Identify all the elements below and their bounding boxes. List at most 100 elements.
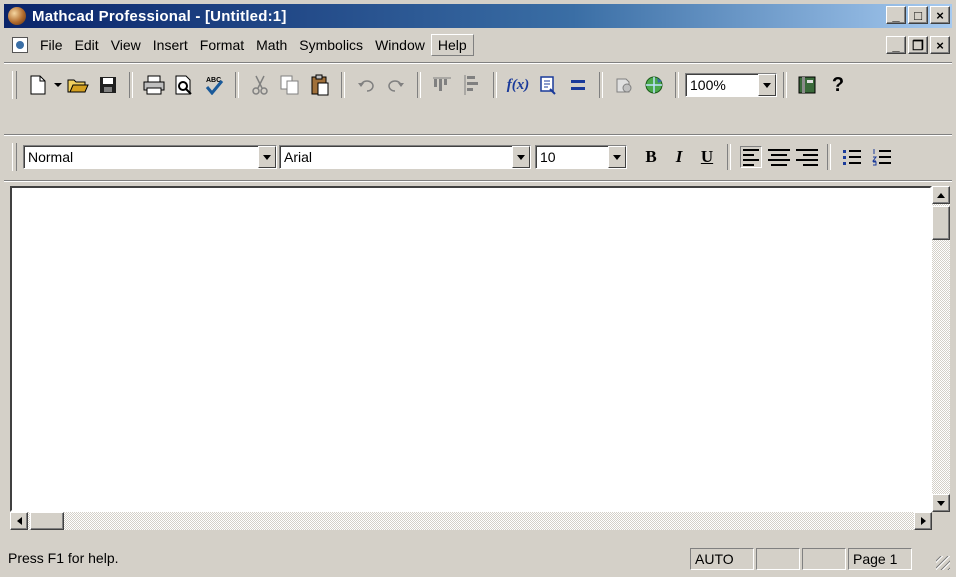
menu-view[interactable]: View: [105, 35, 147, 55]
vertical-scrollbar[interactable]: [932, 186, 950, 512]
align-down-icon[interactable]: [460, 73, 484, 97]
window-title: Mathcad Professional - [Untitled:1]: [32, 7, 287, 25]
document-close-button[interactable]: ×: [930, 36, 950, 54]
numbering-icon[interactable]: [870, 145, 894, 169]
scroll-left-arrow-icon: [16, 517, 22, 525]
new-dropdown-icon[interactable]: [53, 73, 63, 97]
menu-edit[interactable]: Edit: [69, 35, 105, 55]
scroll-up-button[interactable]: [932, 186, 950, 204]
copy-icon[interactable]: [278, 73, 302, 97]
document-caption-buttons: _ ❐ ×: [886, 36, 950, 54]
zoom-dropdown-icon[interactable]: [758, 74, 776, 96]
spell-check-icon[interactable]: ABC: [202, 73, 226, 97]
horizontal-scrollbar[interactable]: [10, 512, 932, 530]
toolbar-divider-middle: [4, 134, 952, 136]
status-panel-empty-1: [756, 548, 800, 570]
print-icon[interactable]: [142, 73, 166, 97]
mathcad-app-icon[interactable]: [8, 7, 26, 25]
component-wizard-icon[interactable]: [612, 73, 636, 97]
insert-unit-icon[interactable]: [536, 73, 560, 97]
style-dropdown-icon[interactable]: [258, 146, 276, 168]
align-center-icon[interactable]: [768, 146, 790, 168]
toolbar-separator: [235, 72, 239, 98]
calculate-icon[interactable]: [566, 73, 590, 97]
title-bar[interactable]: Mathcad Professional - [Untitled:1] _ □ …: [4, 4, 952, 28]
scroll-down-button[interactable]: [932, 494, 950, 512]
font-value: Arial: [284, 149, 313, 165]
insert-function-icon[interactable]: f(x): [506, 73, 530, 97]
status-calc-mode: AUTO: [690, 548, 754, 570]
toolbar-separator: [599, 72, 603, 98]
scroll-left-button[interactable]: [10, 512, 28, 530]
align-right-icon[interactable]: [796, 146, 818, 168]
toolbar-separator: [493, 72, 497, 98]
toolbar-grip[interactable]: [12, 71, 17, 99]
menu-help[interactable]: Help: [430, 34, 474, 56]
resize-grip-icon[interactable]: [936, 556, 950, 570]
undo-icon[interactable]: [354, 73, 378, 97]
menu-file[interactable]: File: [34, 35, 69, 55]
toolbar-separator: [675, 72, 679, 98]
zoom-select[interactable]: 100%: [685, 73, 777, 97]
bullets-icon[interactable]: [840, 145, 864, 169]
menu-bar: File Edit View Insert Format Math Symbol…: [4, 32, 952, 58]
menu-math[interactable]: Math: [250, 35, 293, 55]
minimize-button[interactable]: _: [886, 6, 906, 24]
status-panel-empty-2: [802, 548, 846, 570]
style-select[interactable]: Normal: [23, 145, 277, 169]
font-select[interactable]: Arial: [279, 145, 531, 169]
document-system-menu-icon[interactable]: [12, 37, 28, 53]
scroll-right-button[interactable]: [914, 512, 932, 530]
font-dropdown-icon[interactable]: [512, 146, 530, 168]
window-caption-buttons: _ □ ×: [886, 6, 950, 24]
document-restore-button[interactable]: ❐: [908, 36, 928, 54]
menu-window[interactable]: Window: [369, 35, 431, 55]
status-page: Page 1: [848, 548, 912, 570]
scroll-up-arrow-icon: [937, 192, 945, 198]
maximize-button[interactable]: □: [908, 6, 928, 24]
menu-format[interactable]: Format: [194, 35, 250, 55]
document-minimize-button[interactable]: _: [886, 36, 906, 54]
align-left-icon[interactable]: [740, 146, 762, 168]
vertical-scroll-thumb[interactable]: [932, 206, 950, 240]
font-size-dropdown-icon[interactable]: [608, 146, 626, 168]
align-across-icon[interactable]: [430, 73, 454, 97]
paste-icon[interactable]: [308, 73, 332, 97]
scroll-right-arrow-icon: [920, 517, 926, 525]
help-icon[interactable]: ?: [826, 73, 850, 97]
formatting-toolbar: Normal Arial 10 B I U: [4, 138, 952, 176]
toolbar-separator: [727, 144, 731, 170]
help-glyph: ?: [831, 73, 845, 96]
insert-function-label: f(x): [506, 76, 530, 93]
resource-center-icon[interactable]: [642, 73, 666, 97]
menu-insert[interactable]: Insert: [147, 35, 194, 55]
underline-button[interactable]: U: [696, 146, 718, 168]
font-size-select[interactable]: 10: [535, 145, 627, 169]
style-value: Normal: [28, 149, 74, 165]
redo-icon[interactable]: [384, 73, 408, 97]
scroll-down-arrow-icon: [937, 500, 945, 506]
close-button[interactable]: ×: [930, 6, 950, 24]
format-toolbar-grip[interactable]: [12, 143, 17, 171]
toolbar-separator: [129, 72, 133, 98]
electronic-book-icon[interactable]: [796, 73, 820, 97]
menu-symbolics[interactable]: Symbolics: [293, 35, 369, 55]
toolbar-divider-top: [4, 62, 952, 64]
font-size-value: 10: [540, 149, 556, 165]
print-preview-icon[interactable]: [172, 73, 196, 97]
toolbar-separator: [341, 72, 345, 98]
open-folder-icon[interactable]: [66, 73, 90, 97]
toolbar-separator: [827, 144, 831, 170]
status-help-text: Press F1 for help.: [8, 550, 119, 566]
italic-button[interactable]: I: [668, 146, 690, 168]
toolbar-separator: [417, 72, 421, 98]
save-disk-icon[interactable]: [96, 73, 120, 97]
toolbar-divider-bottom: [4, 180, 952, 182]
new-document-icon[interactable]: [26, 73, 50, 97]
horizontal-scroll-thumb[interactable]: [30, 512, 64, 530]
standard-toolbar: ABC f(x) 100% ?: [4, 66, 952, 104]
bold-button[interactable]: B: [640, 146, 662, 168]
worksheet-area[interactable]: [10, 186, 932, 512]
toolbar-separator: [783, 72, 787, 98]
cut-icon[interactable]: [248, 73, 272, 97]
